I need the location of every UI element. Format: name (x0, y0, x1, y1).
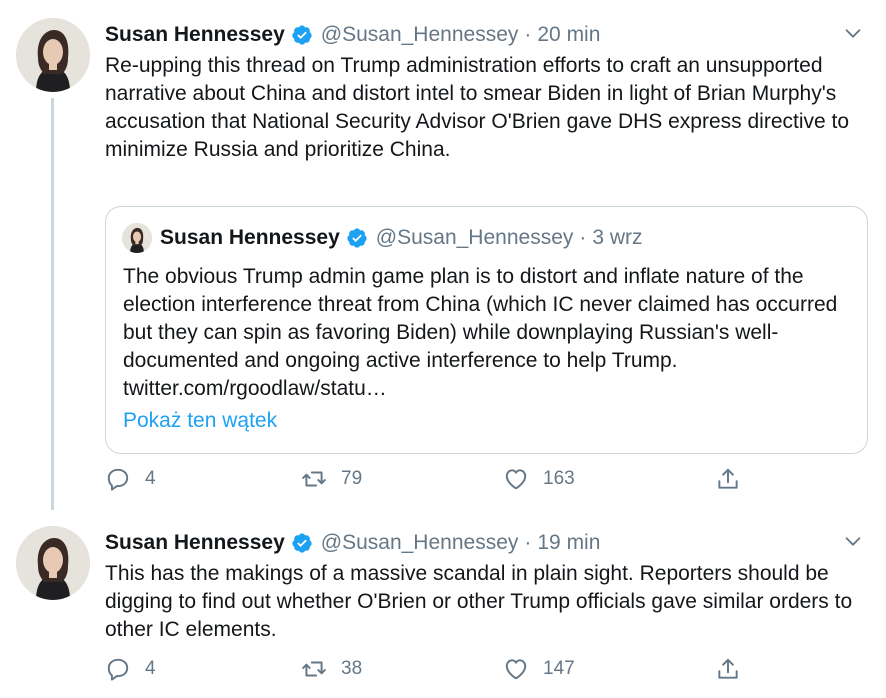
tweet[interactable]: Susan Hennessey @Susan_Hennessey · 19 mi… (0, 510, 886, 698)
like-button[interactable]: 163 (503, 466, 575, 492)
timestamp[interactable]: 19 min (537, 531, 600, 555)
author-handle[interactable]: @Susan_Hennessey (321, 531, 519, 555)
tweet-actions: 4 38 147 (105, 656, 865, 686)
quoted-author-handle: @Susan_Hennessey (375, 226, 574, 249)
separator-dot: · (524, 531, 532, 554)
verified-badge-icon (291, 532, 313, 554)
share-icon (718, 468, 738, 489)
thread-connector-line (51, 98, 54, 510)
author-handle[interactable]: @Susan_Hennessey (321, 23, 519, 47)
tweet[interactable]: Susan Hennessey @Susan_Hennessey · 20 mi… (0, 0, 886, 510)
author-name[interactable]: Susan Hennessey (105, 23, 285, 47)
tweet-header: Susan Hennessey @Susan_Hennessey · 20 mi… (105, 20, 868, 50)
tweet-text: Re-upping this thread on Trump administr… (105, 54, 850, 161)
retweet-icon (302, 661, 326, 677)
retweet-icon (302, 471, 326, 487)
heart-icon (505, 469, 527, 490)
reply-icon (107, 468, 129, 491)
tweet-header: Susan Hennessey @Susan_Hennessey · 19 mi… (105, 528, 868, 558)
like-count: 147 (543, 658, 575, 679)
chevron-down-icon[interactable] (842, 530, 864, 552)
reply-count: 4 (145, 468, 156, 489)
avatar[interactable] (16, 526, 90, 600)
avatar[interactable] (16, 18, 90, 92)
heart-icon (505, 659, 527, 680)
share-button[interactable] (715, 466, 755, 492)
reply-button[interactable]: 4 (105, 656, 156, 682)
quoted-tweet-text: The obvious Trump admin game plan is to … (123, 265, 838, 400)
verified-badge-icon (291, 24, 313, 46)
chevron-down-icon[interactable] (842, 22, 864, 44)
tweet-text: This has the makings of a massive scanda… (105, 562, 853, 641)
quoted-tweet-header: Susan Hennessey @Susan_Hennessey · 3 wrz (122, 223, 643, 253)
tweet-actions: 4 79 163 (105, 466, 865, 496)
show-thread-link[interactable]: Pokaż ten wątek (123, 409, 277, 433)
quoted-author-name: Susan Hennessey (160, 226, 340, 249)
reply-icon (107, 658, 129, 681)
retweet-count: 79 (341, 468, 363, 489)
like-count: 163 (543, 468, 575, 489)
quoted-timestamp: 3 wrz (592, 226, 643, 249)
tweet-content: Susan Hennessey @Susan_Hennessey · 19 mi… (105, 528, 868, 644)
timestamp[interactable]: 20 min (537, 23, 600, 47)
share-icon (718, 658, 738, 679)
retweet-count: 38 (341, 658, 363, 679)
separator-dot: · (579, 226, 587, 249)
quoted-tweet[interactable]: Susan Hennessey @Susan_Hennessey · 3 wrz… (105, 206, 868, 454)
author-name[interactable]: Susan Hennessey (105, 531, 285, 555)
like-button[interactable]: 147 (503, 656, 575, 682)
verified-badge-icon (346, 227, 368, 249)
quoted-avatar (122, 223, 152, 253)
retweet-button[interactable]: 38 (301, 656, 362, 682)
tweet-content: Susan Hennessey @Susan_Hennessey · 20 mi… (105, 20, 868, 164)
reply-count: 4 (145, 658, 156, 679)
share-button[interactable] (715, 656, 755, 682)
separator-dot: · (524, 23, 532, 46)
retweet-button[interactable]: 79 (301, 466, 362, 492)
reply-button[interactable]: 4 (105, 466, 156, 492)
